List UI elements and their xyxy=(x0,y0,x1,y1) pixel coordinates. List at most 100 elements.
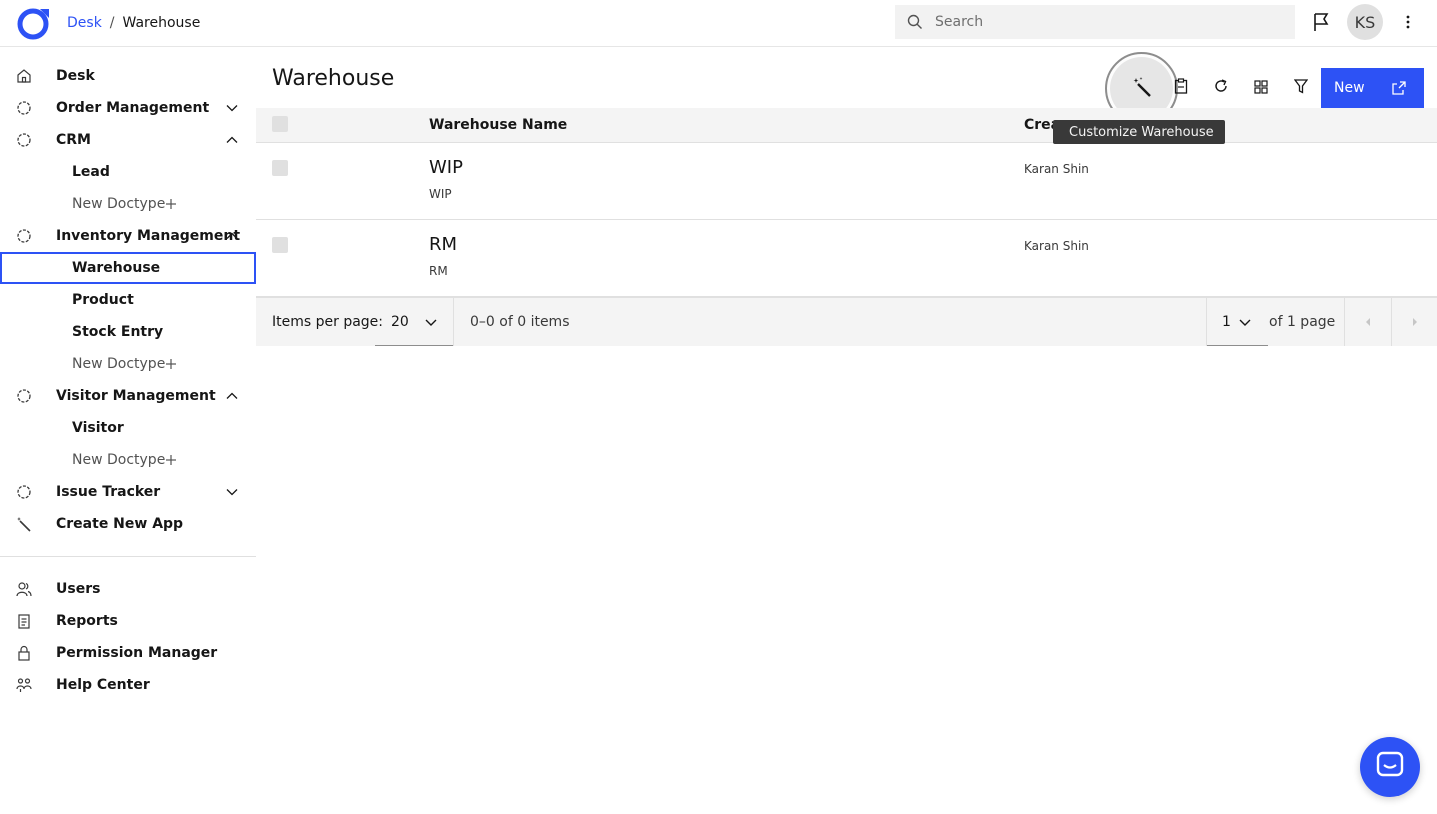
sidebar-item-label: New Doctype xyxy=(72,356,166,372)
magic-wand-icon xyxy=(16,516,32,532)
select-all-checkbox[interactable] xyxy=(272,116,288,132)
refresh-button[interactable] xyxy=(1201,68,1241,108)
sidebar-item-label: Create New App xyxy=(56,516,184,532)
row-created-by: Karan Shin xyxy=(1024,162,1089,176)
chat-launcher-button[interactable] xyxy=(1360,737,1420,797)
chevron-down-icon xyxy=(425,319,437,326)
next-page-button[interactable] xyxy=(1392,298,1437,346)
sidebar-item-label: Users xyxy=(56,581,101,597)
sidebar-item-inventory-management[interactable]: Inventory Management xyxy=(0,220,256,252)
table-header: Warehouse Name Crea xyxy=(256,108,1437,143)
sidebar-item-create-new-app[interactable]: Create New App xyxy=(0,508,256,540)
sidebar-item-order-management[interactable]: Order Management xyxy=(0,92,256,124)
sidebar-item-visitor[interactable]: Visitor xyxy=(0,412,256,444)
search-icon xyxy=(895,14,935,30)
sidebar-item-help-center[interactable]: Help Center xyxy=(0,669,256,701)
sidebar-item-product[interactable]: Product xyxy=(0,284,256,316)
row-title[interactable]: WIP xyxy=(429,157,463,178)
app-circle-icon xyxy=(16,228,32,244)
sidebar-item-new-doctype[interactable]: New Doctype xyxy=(0,188,256,220)
app-circle-icon xyxy=(16,484,32,500)
grid-icon xyxy=(1254,79,1268,98)
breadcrumb-desk-link[interactable]: Desk xyxy=(67,15,102,31)
refresh-icon xyxy=(1213,78,1229,98)
app-circle-icon xyxy=(16,100,32,116)
page-select[interactable]: 1 xyxy=(1207,298,1268,346)
row-checkbox[interactable] xyxy=(272,160,288,176)
sidebar-item-reports[interactable]: Reports xyxy=(0,605,256,637)
sidebar-item-warehouse[interactable]: Warehouse xyxy=(0,252,256,284)
top-header: Desk / Warehouse Search KS xyxy=(0,0,1437,47)
items-per-page-select[interactable]: 20 xyxy=(375,298,454,346)
chat-icon xyxy=(1375,750,1405,784)
sidebar-item-visitor-management[interactable]: Visitor Management xyxy=(0,380,256,412)
row-title[interactable]: RM xyxy=(429,234,457,255)
sidebar-item-new-doctype[interactable]: New Doctype xyxy=(0,444,256,476)
items-per-page-value: 20 xyxy=(391,314,409,330)
sidebar-item-permission-manager[interactable]: Permission Manager xyxy=(0,637,256,669)
sidebar-item-label: New Doctype xyxy=(72,196,166,212)
row-subtitle: WIP xyxy=(429,187,452,201)
sidebar-item-lead[interactable]: Lead xyxy=(0,156,256,188)
sidebar-item-stock-entry[interactable]: Stock Entry xyxy=(0,316,256,348)
launch-icon xyxy=(1392,81,1406,95)
sidebar-item-label: Product xyxy=(72,292,134,308)
add-icon[interactable] xyxy=(165,198,177,210)
add-icon[interactable] xyxy=(165,454,177,466)
sidebar-item-label: Help Center xyxy=(56,677,150,693)
flag-icon[interactable] xyxy=(1309,10,1333,34)
row-created-by: Karan Shin xyxy=(1024,239,1089,253)
sidebar-item-users[interactable]: Users xyxy=(0,573,256,605)
pagination-divider xyxy=(453,298,454,346)
breadcrumb-current: Warehouse xyxy=(122,14,201,31)
customize-tooltip: Customize Warehouse xyxy=(1053,120,1225,144)
lock-icon xyxy=(16,645,32,661)
sidebar-item-issue-tracker[interactable]: Issue Tracker xyxy=(0,476,256,508)
filter-button[interactable] xyxy=(1281,68,1321,108)
row-checkbox[interactable] xyxy=(272,237,288,253)
avatar[interactable]: KS xyxy=(1347,4,1383,40)
page-value: 1 xyxy=(1222,314,1231,330)
chevron-up-icon[interactable] xyxy=(224,228,240,244)
chevron-up-icon[interactable] xyxy=(224,132,240,148)
app-circle-icon xyxy=(16,388,32,404)
overflow-menu-icon[interactable] xyxy=(1396,10,1420,34)
clipboard-button[interactable] xyxy=(1161,68,1201,108)
clipboard-icon xyxy=(1174,78,1188,98)
column-warehouse-name[interactable]: Warehouse Name xyxy=(429,117,567,133)
grid-view-button[interactable] xyxy=(1241,68,1281,108)
chevron-up-icon[interactable] xyxy=(224,388,240,404)
report-icon xyxy=(16,613,32,629)
row-subtitle: RM xyxy=(429,264,448,278)
sidebar-item-label: New Doctype xyxy=(72,452,166,468)
sidebar-item-new-doctype[interactable]: New Doctype xyxy=(0,348,256,380)
sidebar-item-label: Inventory Management xyxy=(56,228,241,244)
magic-wand-icon xyxy=(1131,76,1153,102)
sidebar-divider xyxy=(0,556,256,557)
add-icon[interactable] xyxy=(165,358,177,370)
previous-page-button[interactable] xyxy=(1345,298,1391,346)
new-button[interactable]: New xyxy=(1321,68,1424,108)
sidebar-item-label: Order Management xyxy=(56,100,210,116)
sidebar-item-label: Stock Entry xyxy=(72,324,164,340)
caret-left-icon xyxy=(1366,318,1370,326)
sidebar-item-desk[interactable]: Desk xyxy=(0,60,256,92)
search-input[interactable]: Search xyxy=(895,5,1295,39)
items-per-page-label: Items per page: xyxy=(272,314,384,330)
pagination: Items per page: 20 0–0 of 0 items 1 of 1… xyxy=(256,297,1437,346)
chevron-down-icon xyxy=(1239,319,1251,326)
logo-icon[interactable] xyxy=(16,5,52,41)
table-row[interactable]: WIP WIP Karan Shin xyxy=(256,143,1437,220)
breadcrumb-separator: / xyxy=(109,14,115,31)
new-button-label: New xyxy=(1334,80,1365,96)
chevron-down-icon[interactable] xyxy=(224,484,240,500)
app-circle-icon xyxy=(16,132,32,148)
sidebar-item-label: Issue Tracker xyxy=(56,484,161,500)
pagination-range: 0–0 of 0 items xyxy=(470,314,570,330)
chevron-down-icon[interactable] xyxy=(224,100,240,116)
table-row[interactable]: RM RM Karan Shin xyxy=(256,220,1437,297)
sidebar: Desk Order Management CRM Lead New Docty… xyxy=(0,47,256,814)
sidebar-item-crm[interactable]: CRM xyxy=(0,124,256,156)
sidebar-item-label: Visitor Management xyxy=(56,388,216,404)
sidebar-item-label: Warehouse xyxy=(72,260,161,276)
